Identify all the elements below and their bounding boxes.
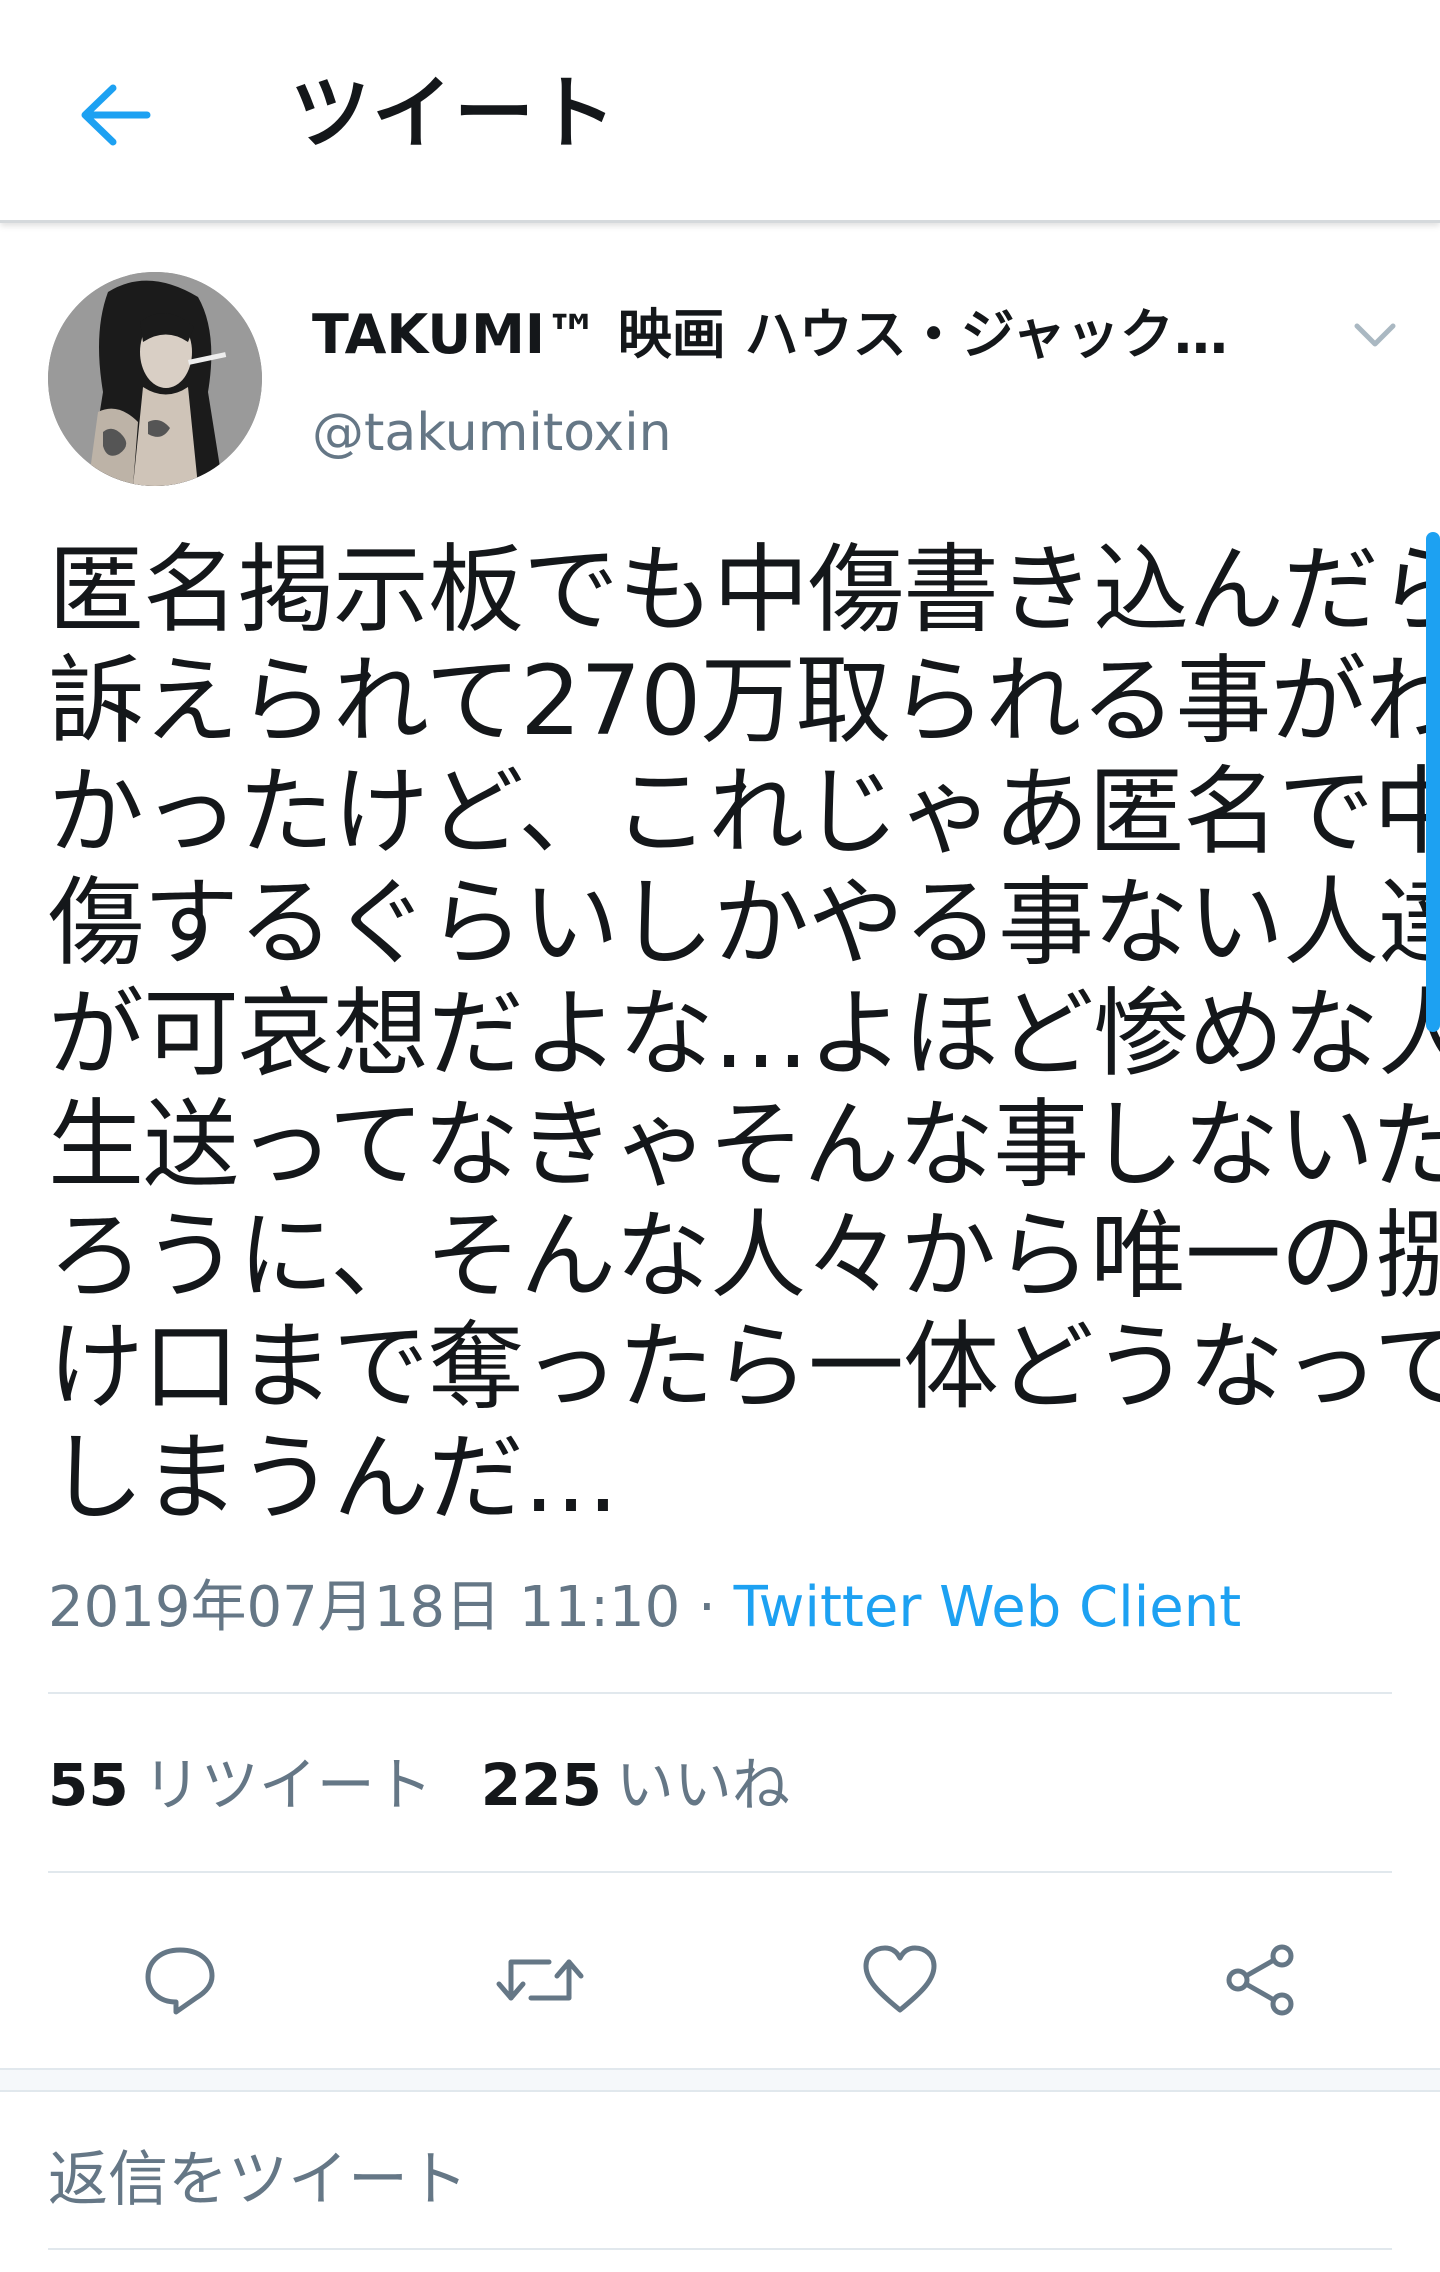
tweet-text-line: 傷するぐらいしかやる事ない人達 <box>48 867 1440 979</box>
reply-icon <box>145 1947 215 2015</box>
tweet-meta: 2019年07月18日 11:10 · Twitter Web Client <box>48 1572 1241 1644</box>
divider <box>48 1692 1392 1694</box>
retweet-icon <box>496 1959 584 2001</box>
avatar[interactable] <box>48 272 262 486</box>
section-separator <box>0 2068 1440 2092</box>
back-button[interactable] <box>70 70 160 160</box>
tweet-text-line: 生送ってなきゃそんな事しないだ <box>48 1089 1440 1201</box>
share-icon <box>1226 1944 1294 2016</box>
divider <box>48 1871 1392 1873</box>
more-options-button[interactable] <box>1340 300 1410 370</box>
page-title: ツイート <box>290 67 618 160</box>
avatar-illustration <box>48 272 262 486</box>
tweet-text-line: け口まで奪ったら一体どうなって <box>48 1311 1440 1423</box>
tweet-text-line: ろうに、そんな人々から唯一の捌 <box>48 1200 1440 1312</box>
tweet-text-line: が可哀想だよな…よほど惨めな人 <box>48 978 1440 1090</box>
top-app-bar: ツイート <box>0 0 1440 223</box>
heart-icon <box>863 1945 937 2013</box>
tweet-text: 匿名掲示板でも中傷書き込んだら 訴えられて270万取られる事がわ かったけど、こ… <box>48 534 1440 1534</box>
share-button[interactable] <box>1205 1925 1315 2035</box>
likes-label[interactable]: いいね <box>616 1751 790 1819</box>
reply-input[interactable]: 返信をツイート <box>48 2140 468 2220</box>
tweet-text-line: かったけど、これじゃあ匿名で中 <box>48 756 1440 868</box>
reply-button[interactable] <box>125 1925 235 2035</box>
timestamp: 2019年07月18日 11:10 <box>48 1575 681 1640</box>
retweet-button[interactable] <box>485 1925 595 2035</box>
author-handle[interactable]: @takumitoxin <box>312 398 672 468</box>
tweet-text-line: 匿名掲示板でも中傷書き込んだら <box>48 534 1440 646</box>
reply-underline <box>48 2248 1392 2250</box>
meta-separator: · <box>698 1575 716 1640</box>
like-button[interactable] <box>845 1925 955 2035</box>
author-name[interactable]: TAKUMI™ 映画 ハウス・ジャック… <box>312 300 1262 370</box>
tweet-text-line: 訴えられて270万取られる事がわ <box>48 645 1440 757</box>
retweets-count[interactable]: 55 <box>48 1751 129 1819</box>
chevron-down-icon <box>1354 323 1396 347</box>
tweet-stats: 55 リツイート 225 いいね <box>48 1745 790 1825</box>
tweet-text-line: しまうんだ… <box>48 1422 619 1534</box>
scrollbar[interactable] <box>1426 532 1440 1032</box>
source-link[interactable]: Twitter Web Client <box>734 1575 1242 1640</box>
likes-count[interactable]: 225 <box>481 1751 602 1819</box>
back-arrow-icon <box>81 84 151 146</box>
retweets-label[interactable]: リツイート <box>143 1751 433 1819</box>
